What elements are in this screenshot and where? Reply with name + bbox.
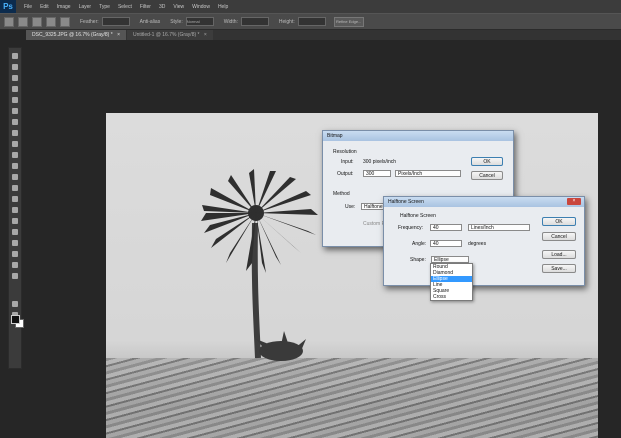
style-select[interactable]: Normal (185, 17, 214, 26)
tab-close-icon[interactable]: × (204, 32, 207, 38)
menu-help[interactable]: Help (218, 4, 228, 10)
quick-selection-tool-icon[interactable] (12, 86, 18, 92)
width-label: Width: (223, 18, 238, 25)
marquee-tool-icon[interactable] (4, 16, 14, 27)
menu-file[interactable]: File (24, 4, 32, 10)
marquee-tool-icon[interactable] (12, 64, 18, 70)
frequency-label: Frequency: (398, 225, 424, 231)
halftone-screen-dialog: Halftone Screen × Halftone Screen Freque… (383, 196, 585, 286)
tab-label: Untitled-1 @ 16.7% (Gray/8) * (132, 32, 200, 38)
bitmap-cancel-button[interactable]: Cancel (471, 171, 503, 180)
angle-unit: degrees (468, 241, 487, 247)
refine-edge-button[interactable]: Refine Edge... (333, 16, 364, 27)
halftone-cancel-button[interactable]: Cancel (542, 232, 576, 241)
close-icon[interactable]: × (567, 198, 581, 205)
input-label: Input: (341, 159, 354, 165)
menu-window[interactable]: Window (192, 4, 210, 10)
width-input[interactable] (240, 17, 269, 26)
hand-tool-icon[interactable] (12, 251, 18, 257)
angle-field[interactable]: 40 (430, 240, 462, 247)
move-tool-icon[interactable] (12, 53, 18, 59)
tab-document-1[interactable]: DSC_9325.JPG @ 16.7% (Gray/8) * × (26, 30, 126, 40)
angle-label: Angle: (412, 241, 427, 247)
eyedropper-tool-icon[interactable] (12, 108, 18, 114)
tab-close-icon[interactable]: × (117, 32, 120, 38)
menu-select[interactable]: Select (118, 4, 132, 10)
subtract-selection-icon[interactable] (46, 16, 56, 27)
healing-brush-tool-icon[interactable] (12, 119, 18, 125)
menu-image[interactable]: Image (57, 4, 71, 10)
height-label: Height: (278, 18, 295, 25)
shape-dropdown-list: Round Diamond Ellipse Line Square Cross (430, 263, 473, 301)
shape-option-cross[interactable]: Cross (431, 294, 472, 300)
feather-label: Feather: (80, 18, 99, 25)
document-tabs: DSC_9325.JPG @ 16.7% (Gray/8) * × Untitl… (26, 30, 621, 40)
tab-label: DSC_9325.JPG @ 16.7% (Gray/8) * (32, 32, 113, 38)
halftone-heading: Halftone Screen (400, 213, 436, 219)
tab-document-2[interactable]: Untitled-1 @ 16.7% (Gray/8) * × (126, 30, 213, 40)
lasso-tool-icon[interactable] (12, 75, 18, 81)
bitmap-ok-button[interactable]: OK (471, 157, 503, 166)
shape-label: Shape: (410, 257, 426, 263)
intersect-selection-icon[interactable] (60, 16, 70, 27)
gradient-tool-icon[interactable] (12, 174, 18, 180)
shape-tool-icon[interactable] (12, 240, 18, 246)
menu-edit[interactable]: Edit (40, 4, 49, 10)
history-brush-tool-icon[interactable] (12, 152, 18, 158)
brush-tool-icon[interactable] (12, 130, 18, 136)
blur-tool-icon[interactable] (12, 185, 18, 191)
add-selection-icon[interactable] (32, 16, 42, 27)
style-label: Style: (170, 18, 183, 25)
output-unit-select[interactable]: Pixels/Inch (395, 170, 461, 177)
input-value: 300 pixels/inch (363, 159, 397, 165)
method-heading: Method (333, 191, 350, 197)
new-selection-icon[interactable] (18, 16, 28, 27)
menu-type[interactable]: Type (99, 4, 110, 10)
foreground-color-swatch[interactable] (11, 315, 20, 324)
feather-input[interactable] (101, 17, 130, 26)
menu-layer[interactable]: Layer (79, 4, 92, 10)
options-bar: Feather: Anti-alias Style: Normal Width:… (0, 13, 621, 30)
menu-filter[interactable]: Filter (140, 4, 151, 10)
frequency-unit-select[interactable]: Lines/Inch (468, 224, 530, 231)
halftone-dialog-title: Halftone Screen (384, 197, 584, 207)
path-selection-tool-icon[interactable] (12, 229, 18, 235)
bitmap-dialog-title: Bitmap (323, 131, 513, 141)
extras-tool-icon[interactable] (12, 273, 18, 279)
use-label: Use: (345, 204, 356, 210)
crop-tool-icon[interactable] (12, 97, 18, 103)
quick-mask-icon[interactable] (12, 301, 18, 307)
type-tool-icon[interactable] (12, 218, 18, 224)
height-input[interactable] (297, 17, 326, 26)
shape-select[interactable]: Ellipse (431, 256, 469, 263)
anti-alias-label[interactable]: Anti-alias (140, 19, 161, 25)
zoom-tool-icon[interactable] (12, 262, 18, 268)
clone-stamp-tool-icon[interactable] (12, 141, 18, 147)
menu-view[interactable]: View (173, 4, 184, 10)
photoshop-logo: Ps (0, 0, 16, 13)
halftone-ok-button[interactable]: OK (542, 217, 576, 226)
pen-tool-icon[interactable] (12, 207, 18, 213)
output-field[interactable]: 300 (363, 170, 391, 177)
menu-3d[interactable]: 3D (159, 4, 165, 10)
eraser-tool-icon[interactable] (12, 163, 18, 169)
frequency-field[interactable]: 40 (430, 224, 462, 231)
dodge-tool-icon[interactable] (12, 196, 18, 202)
output-label: Output: (337, 171, 354, 177)
resolution-heading: Resolution (333, 149, 357, 155)
halftone-load-button[interactable]: Load... (542, 250, 576, 259)
halftone-save-button[interactable]: Save... (542, 264, 576, 273)
menu-bar: Ps File Edit Image Layer Type Select Fil… (0, 0, 621, 13)
